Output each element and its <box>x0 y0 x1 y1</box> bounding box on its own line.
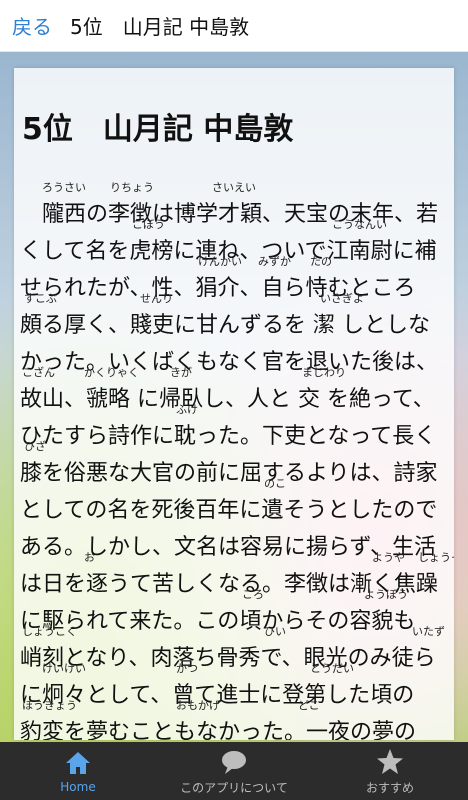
article-text: 隴西の李徴は博学才穎、天宝の末年、若 ろうさい りちょう さいえい くして名を虎榜に連ね… <box>20 182 454 741</box>
furigana: まじわり <box>302 366 346 379</box>
furigana: こぼう <box>132 218 165 231</box>
tab-home[interactable]: Home <box>0 742 156 800</box>
tab-recommend[interactable]: おすすめ <box>312 742 468 800</box>
top-bar: 戻る 5位 山月記 中島敦 <box>0 0 468 52</box>
furigana: きが <box>170 366 192 379</box>
text-line-content: ひたすら詩作に耽った。下吏となって長く <box>20 424 437 449</box>
text-line-content: 膝を俗悪な大官の前に屈するよりは、詩家 <box>20 461 438 486</box>
tab-bar: Home このアプリについて おすすめ <box>0 742 468 800</box>
text-line-content: 豹変を夢むこともなかった。一夜の夢の <box>20 720 417 740</box>
furigana: しょうこく <box>22 625 77 638</box>
furigana: けいけい <box>42 662 86 675</box>
text-line: 故山、虢略 に帰臥し、人と 交 を絶って、 こざん かくりゃく きが まじわり <box>20 367 450 418</box>
furigana: お <box>84 551 95 564</box>
furigana: おもかげ <box>176 699 220 712</box>
furigana: りちょう <box>110 181 154 194</box>
speech-bubble-icon <box>222 750 246 774</box>
text-line-content: としての名を死後百年に遺そうとしたので <box>20 498 438 523</box>
text-line-content: 故山、虢略 に帰臥し、人と 交 を絶って、 <box>20 387 435 412</box>
furigana: みずか <box>258 255 291 268</box>
text-line: ひたすら詩作に耽った。下吏となって長く ふけ <box>20 404 450 455</box>
tab-about[interactable]: このアプリについて <box>156 742 312 800</box>
tab-recommend-label: おすすめ <box>365 780 414 795</box>
furigana: どこ <box>298 699 320 712</box>
furigana: さいえい <box>212 181 256 194</box>
furigana: しょうそう <box>418 551 454 564</box>
content-card[interactable]: 5位 山月記 中島敦 隴西の李徴は博学才穎、天宝の末年、若 ろうさい りちょう さいえ… <box>14 68 454 740</box>
furigana: けんかい <box>198 255 242 268</box>
text-line: せられたが、性、狷介、自ら恃むところ けんかい みずか たの <box>20 256 450 307</box>
furigana: すこぶ <box>24 292 57 305</box>
text-line-content: かった。いくばくもなく官を退いた後は、 <box>20 350 439 375</box>
furigana: かくりゃく <box>84 366 139 379</box>
furigana: とうだい <box>310 662 354 675</box>
furigana: のこ <box>264 477 286 490</box>
text-line: 豹変を夢むこともなかった。一夜の夢の ほうきょう おもかげ どこ <box>20 700 450 741</box>
text-line: 頗る厚く、賤吏に甘んずるを 潔 しとしな すこぶ せんり いさぎよ <box>20 293 450 344</box>
text-line-content: 頗る厚く、賤吏に甘んずるを 潔 しとしな <box>20 313 430 338</box>
furigana: ふけ <box>176 403 198 416</box>
tab-about-label: このアプリについて <box>180 780 288 795</box>
furigana: ひざ <box>24 440 46 453</box>
furigana: ろうさい <box>42 181 86 194</box>
furigana: こうなんい <box>332 218 387 231</box>
furigana: たの <box>310 255 332 268</box>
furigana: ひい <box>264 625 286 638</box>
star-icon <box>377 748 403 774</box>
page-title: 5位 山月記 中島敦 <box>70 15 250 39</box>
home-icon <box>66 752 90 774</box>
text-line: としての名を死後百年に遺そうとしたので のこ <box>20 478 450 529</box>
text-line: に炯々として、曾て進士に登第した頃の けいけい かつ とうだい <box>20 663 450 714</box>
furigana: ようや <box>372 551 405 564</box>
furigana: ほうきょう <box>22 699 77 712</box>
furigana: こざん <box>22 366 55 379</box>
article-heading: 5位 山月記 中島敦 <box>22 112 294 147</box>
text-line: 膝を俗悪な大官の前に屈するよりは、詩家 ひざ <box>20 441 450 492</box>
furigana: いさぎよ <box>320 292 364 305</box>
furigana: かつ <box>176 662 198 675</box>
back-button[interactable]: 戻る <box>12 11 52 40</box>
furigana: ころ <box>242 588 264 601</box>
tab-home-label: Home <box>60 780 96 794</box>
furigana: せんり <box>140 292 173 305</box>
text-line-content: に駆られて来た。この頃からその容貌も <box>20 609 416 634</box>
text-line: に駆られて来た。この頃からその容貌も ころ ようぼう <box>20 589 450 640</box>
furigana: いたず <box>412 625 445 638</box>
furigana: ようぼう <box>364 588 408 601</box>
